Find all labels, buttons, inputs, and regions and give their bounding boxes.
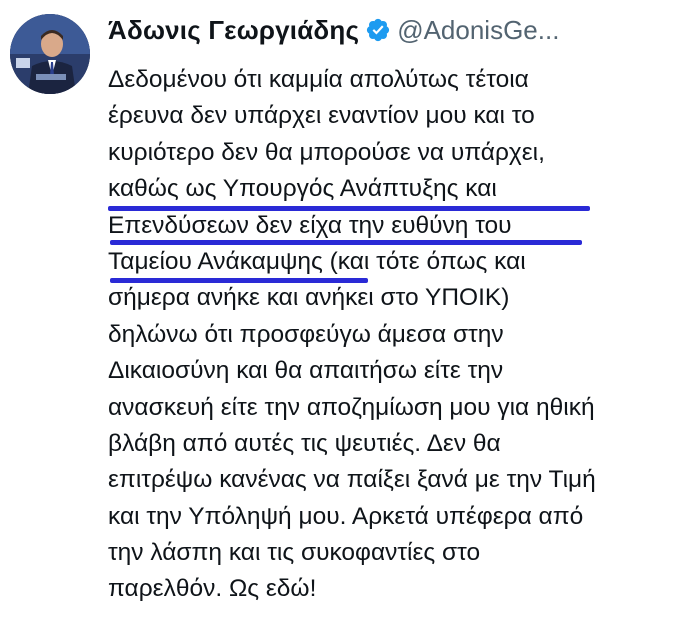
tweet-line-3: κυριότερο δεν θα μπορούσε να υπάρχει, xyxy=(108,138,545,166)
tweet-line-8: δηλώνω ότι προσφεύγω άμεσα στην xyxy=(108,320,504,348)
highlight-underline-2 xyxy=(110,240,582,245)
author-handle[interactable]: @AdonisGe... xyxy=(397,15,559,46)
tweet-line-2: έρευνα δεν υπάρχει εναντίον μου και το xyxy=(108,102,535,130)
tweet-line-7: σήμερα ανήκε και ανήκει στο ΥΠΟΙΚ) xyxy=(108,284,510,312)
author-avatar[interactable] xyxy=(10,14,90,94)
tweet-line-6: Ταμείου Ανάκαμψης (και τότε όπως και xyxy=(108,247,526,275)
verified-badge-icon xyxy=(367,18,390,42)
tweet-line-13: και την Υπόληψή μου. Αρκετά υπέφερα από xyxy=(108,502,584,530)
tweet-line-15: παρελθόν. Ως εδώ! xyxy=(108,575,317,603)
tweet-line-11: βλάβη από αυτές τις ψευτιές. Δεν θα xyxy=(108,429,501,457)
tweet-header: Άδωνις Γεωργιάδης @AdonisGe... xyxy=(108,12,683,48)
tweet-line-9: Δικαιοσύνη και θα απαιτήσω είτε την xyxy=(108,357,504,385)
tweet-line-4: καθώς ως Υπουργός Ανάπτυξης και xyxy=(108,175,497,203)
author-display-name[interactable]: Άδωνις Γεωργιάδης xyxy=(108,15,359,46)
tweet-line-10: ανασκευή είτε την αποζημίωση μου για ηθι… xyxy=(108,393,595,421)
tweet-line-14: την λάσπη και τις συκοφαντίες στο xyxy=(108,539,481,567)
highlight-underline-3 xyxy=(110,278,368,283)
tweet-text: Δεδομένου ότι καμμία απολύτως τέτοια έρε… xyxy=(108,62,683,608)
tweet-line-5: Επενδύσεων δεν είχα την ευθύνη του xyxy=(108,211,512,239)
tweet-line-1: Δεδομένου ότι καμμία απολύτως τέτοια xyxy=(108,66,529,93)
tweet-line-12: επιτρέψω κανένας να παίξει ξανά με την Τ… xyxy=(108,466,596,494)
highlight-underline-1 xyxy=(108,206,590,211)
avatar-photo-icon xyxy=(10,14,90,94)
